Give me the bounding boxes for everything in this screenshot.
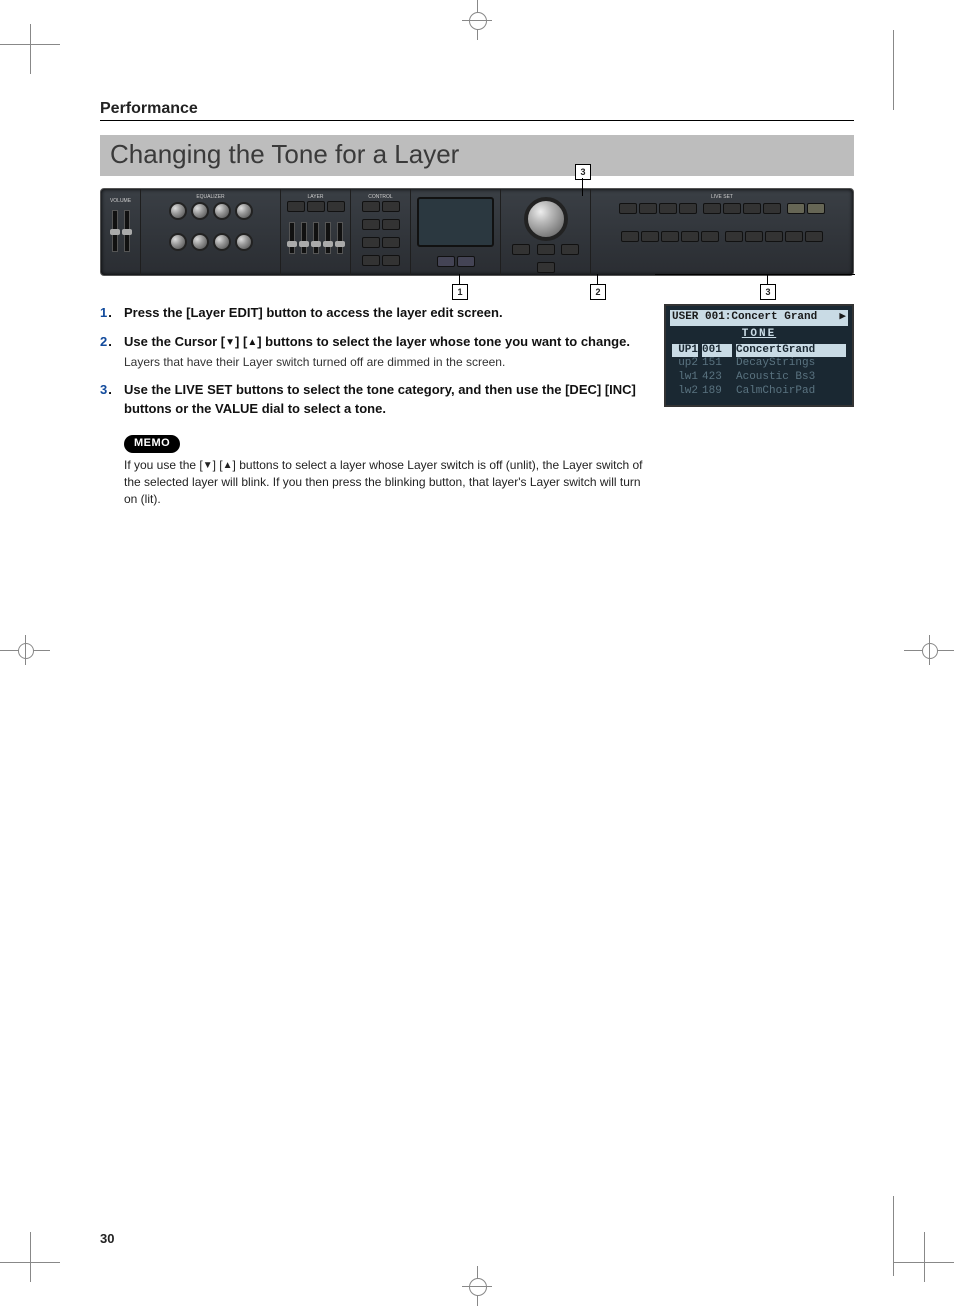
instruction-step: 2 Use the Cursor [▼] [▲] buttons to sele… bbox=[100, 333, 654, 371]
lcd-row-tag: up2 bbox=[672, 357, 698, 371]
lcd-row: UP1 001 ConcertGrand bbox=[670, 344, 848, 358]
lcd-row-tag: lw1 bbox=[672, 371, 698, 385]
memo-text: If you use the [▼] [▲] buttons to select… bbox=[124, 457, 654, 509]
crop-rule bbox=[893, 1196, 894, 1276]
step-number: 1 bbox=[100, 304, 124, 323]
lcd-row-name: ConcertGrand bbox=[736, 344, 846, 358]
cursor-down-icon: ▼ bbox=[225, 336, 235, 351]
callout-2: 2 bbox=[590, 284, 606, 300]
crop-mark-bottom-right bbox=[894, 1232, 954, 1292]
lcd-row: up2 151 DecayStrings bbox=[670, 357, 848, 371]
step-text: Use the Cursor [▼] [▲] buttons to select… bbox=[124, 334, 630, 349]
cursor-up-icon: ▲ bbox=[223, 459, 233, 474]
hardware-panel-figure: VOLUME EQUALIZER LAYER bbox=[100, 188, 854, 276]
arrow-right-icon: ▶ bbox=[839, 311, 846, 325]
step-subtext: Layers that have their Layer switch turn… bbox=[124, 354, 654, 371]
lcd-row-num: 423 bbox=[702, 371, 732, 385]
step-text: Press the [Layer EDIT] button to access … bbox=[124, 305, 503, 320]
cursor-up-icon: ▲ bbox=[247, 336, 257, 351]
callout-3-bottom: 3 bbox=[760, 284, 776, 300]
step-text-part: Use the Cursor [ bbox=[124, 334, 225, 349]
lcd-screenshot: USER 001:Concert Grand ▶ TONE UP1 001 Co… bbox=[664, 304, 854, 407]
callout-1: 1 bbox=[452, 284, 468, 300]
divider bbox=[100, 120, 854, 121]
callout-3-top: 3 bbox=[575, 164, 591, 180]
registration-mark-bottom bbox=[447, 1246, 507, 1306]
step-text: Use the LIVE SET buttons to select the t… bbox=[124, 382, 636, 416]
lcd-row-num: 001 bbox=[702, 344, 732, 358]
lcd-subtitle: TONE bbox=[670, 328, 848, 342]
lcd-title-text: USER 001:Concert Grand bbox=[672, 311, 817, 325]
lcd-row-name: DecayStrings bbox=[736, 357, 846, 371]
lcd-row: lw2 189 CalmChoirPad bbox=[670, 385, 848, 399]
lcd-row-name: Acoustic Bs3 bbox=[736, 371, 846, 385]
step-text-part: ] [ bbox=[235, 334, 247, 349]
page-number: 30 bbox=[100, 1231, 114, 1246]
instruction-step: 3 Use the LIVE SET buttons to select the… bbox=[100, 381, 654, 419]
memo-label: MEMO bbox=[124, 435, 180, 453]
lcd-row-tag: lw2 bbox=[672, 385, 698, 399]
crop-mark-top-left bbox=[0, 14, 60, 74]
section-label: Performance bbox=[100, 100, 854, 118]
instruction-step: 1 Press the [Layer EDIT] button to acces… bbox=[100, 304, 654, 323]
page: Performance Changing the Tone for a Laye… bbox=[0, 0, 954, 1306]
lcd-row-name: CalmChoirPad bbox=[736, 385, 846, 399]
crop-mark-bottom-left bbox=[0, 1232, 60, 1292]
instructions-block: 1 Press the [Layer EDIT] button to acces… bbox=[100, 304, 854, 509]
memo-text-part: If you use the [ bbox=[124, 458, 203, 472]
lcd-row-num: 189 bbox=[702, 385, 732, 399]
lcd-row-tag: UP1 bbox=[672, 344, 698, 358]
step-number: 2 bbox=[100, 333, 124, 371]
registration-mark-mid-left bbox=[0, 620, 60, 680]
step-text-part: ] buttons to select the layer whose tone… bbox=[257, 334, 630, 349]
crop-rule bbox=[893, 30, 894, 110]
step-number: 3 bbox=[100, 381, 124, 419]
registration-mark-top bbox=[447, 0, 507, 60]
hardware-panel: VOLUME EQUALIZER LAYER bbox=[100, 188, 854, 276]
cursor-down-icon: ▼ bbox=[203, 459, 213, 474]
lcd-row: lw1 423 Acoustic Bs3 bbox=[670, 371, 848, 385]
lcd-row-num: 151 bbox=[702, 357, 732, 371]
memo-text-part: ] [ bbox=[213, 458, 223, 472]
registration-mark-mid-right bbox=[894, 620, 954, 680]
page-title: Changing the Tone for a Layer bbox=[100, 135, 854, 176]
